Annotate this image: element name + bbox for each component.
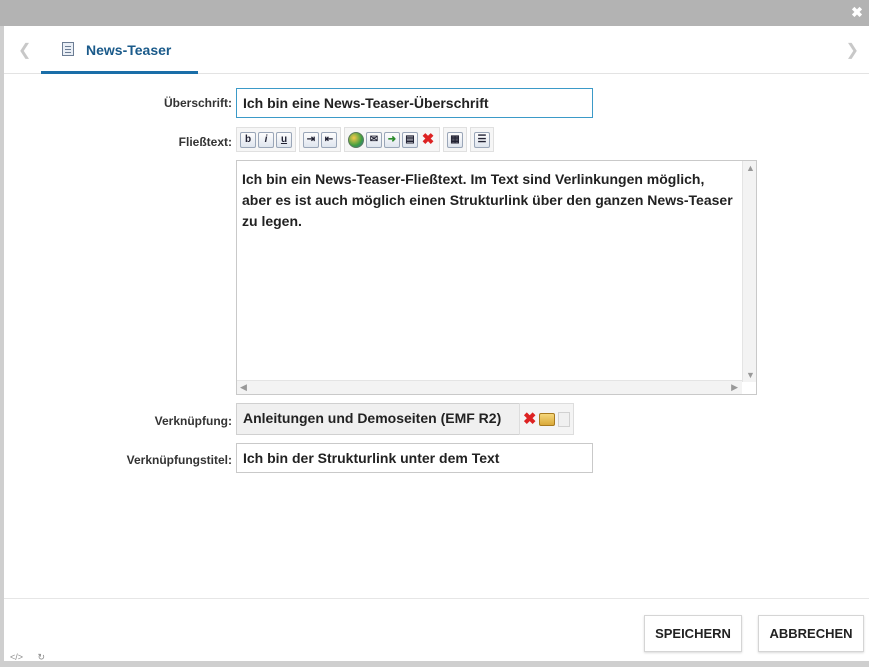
horizontal-scrollbar[interactable]: ◀ ▶ bbox=[237, 380, 742, 394]
headline-label: Überschrift: bbox=[163, 96, 232, 110]
list-group: ☰ bbox=[470, 127, 494, 152]
italic-button[interactable]: i bbox=[258, 131, 274, 148]
bold-button[interactable]: b bbox=[240, 131, 256, 148]
anchor-link-icon[interactable]: ▤ bbox=[402, 131, 418, 148]
link-group: ✉ ➜ ▤ ✖ bbox=[344, 127, 440, 152]
outdent-icon[interactable]: ⇤ bbox=[321, 131, 337, 148]
remove-link-icon[interactable]: ✖ bbox=[420, 131, 436, 148]
tab-bar: ❮ News-Teaser ❯ bbox=[4, 26, 869, 74]
indent-icon[interactable]: ⇥ bbox=[303, 131, 319, 148]
rich-text-toolbar: b i u ⇥ ⇤ ✉ ➜ ▤ ✖ ▦ ☰ bbox=[236, 127, 494, 152]
underline-button[interactable]: u bbox=[276, 131, 292, 148]
link-title-label: Verknüpfungstitel: bbox=[126, 453, 232, 467]
folder-icon[interactable] bbox=[539, 412, 556, 426]
refresh-icon[interactable]: ↻ bbox=[38, 652, 46, 662]
scroll-up-icon[interactable]: ▲ bbox=[746, 163, 755, 173]
document-disabled-icon bbox=[558, 411, 571, 427]
scroll-down-icon[interactable]: ▼ bbox=[746, 370, 755, 380]
table-group: ▦ bbox=[443, 127, 467, 152]
body-textarea[interactable]: Ich bin ein News-Teaser-Fließtext. Im Te… bbox=[236, 160, 757, 395]
code-icon[interactable]: </> bbox=[10, 652, 23, 662]
list-icon[interactable]: ☰ bbox=[474, 131, 490, 148]
vertical-scrollbar[interactable]: ▲ ▼ bbox=[742, 161, 756, 382]
scroll-left-icon[interactable]: ◀ bbox=[240, 382, 247, 393]
tab-label: News-Teaser bbox=[86, 42, 172, 58]
link-actions: ✖ bbox=[519, 403, 575, 435]
edit-dialog: ❮ News-Teaser ❯ Überschrift: Ich bin ein… bbox=[4, 26, 869, 661]
chevron-right-icon[interactable]: ❯ bbox=[846, 40, 859, 60]
dialog-titlebar: ✖ bbox=[0, 0, 869, 26]
scroll-right-icon[interactable]: ▶ bbox=[731, 382, 738, 393]
indent-group: ⇥ ⇤ bbox=[299, 127, 341, 152]
body-text[interactable]: Ich bin ein News-Teaser-Fließtext. Im Te… bbox=[242, 169, 737, 232]
body-label: Fließtext: bbox=[178, 135, 232, 149]
format-group: b i u bbox=[236, 127, 296, 152]
link-field: Anleitungen und Demoseiten (EMF R2) bbox=[236, 403, 520, 435]
footer-divider bbox=[4, 598, 869, 599]
delete-link-icon[interactable]: ✖ bbox=[523, 409, 536, 429]
close-icon[interactable]: ✖ bbox=[849, 4, 865, 20]
link-title-input[interactable]: Ich bin der Strukturlink unter dem Text bbox=[236, 443, 593, 473]
save-button[interactable]: SPEICHERN bbox=[644, 615, 742, 652]
status-bar: </> ↻ bbox=[10, 652, 57, 663]
internal-link-icon[interactable]: ➜ bbox=[384, 131, 400, 148]
email-link-icon[interactable]: ✉ bbox=[366, 131, 382, 148]
chevron-left-icon[interactable]: ❮ bbox=[18, 40, 31, 60]
table-icon[interactable]: ▦ bbox=[447, 131, 463, 148]
link-label: Verknüpfung: bbox=[154, 414, 232, 428]
cancel-button[interactable]: ABBRECHEN bbox=[758, 615, 864, 652]
window-frame-bottom bbox=[0, 661, 869, 667]
web-link-icon[interactable] bbox=[348, 131, 364, 148]
tab-news-teaser[interactable]: News-Teaser bbox=[41, 26, 198, 74]
headline-input[interactable]: Ich bin eine News-Teaser-Überschrift bbox=[236, 88, 593, 118]
document-icon bbox=[62, 42, 74, 56]
